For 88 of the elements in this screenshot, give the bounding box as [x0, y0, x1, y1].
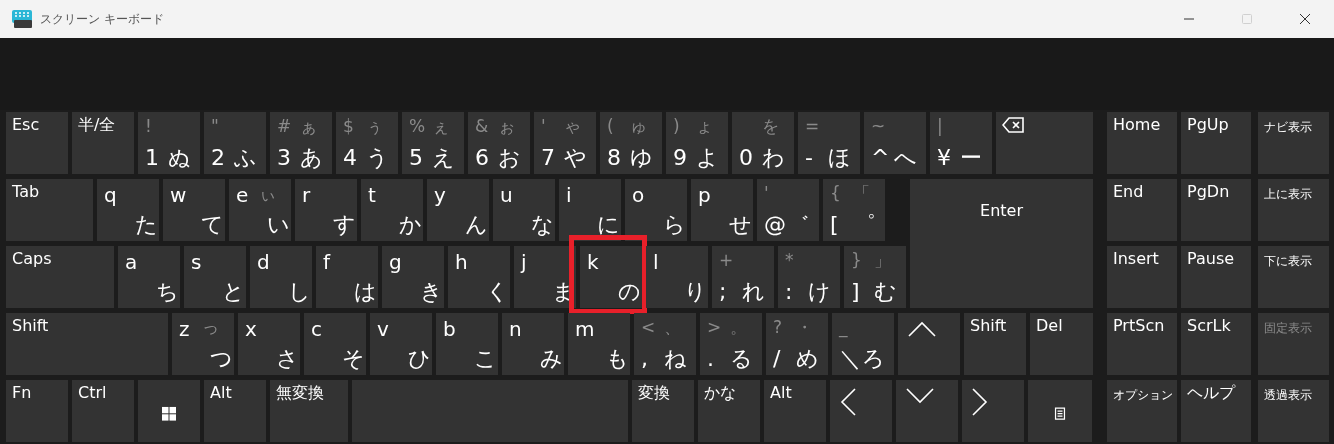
keyboard-key[interactable]: ナビ表示: [1258, 112, 1329, 174]
keyboard-key[interactable]: Pause: [1181, 246, 1251, 308]
keyboard-key[interactable]: PrtScn: [1107, 313, 1177, 375]
keyboard-key[interactable]: i に: [559, 179, 621, 241]
keyboard-key[interactable]: > 。 . る: [700, 313, 762, 375]
keyboard-key[interactable]: z っ つ: [172, 313, 234, 375]
keyboard-key[interactable]: n み: [502, 313, 564, 375]
keyboard-icon: [12, 10, 32, 28]
keyboard-key[interactable]: ( ゅ 8 ゆ: [600, 112, 662, 174]
keyboard-key[interactable]: o ら: [625, 179, 687, 241]
keyboard-key[interactable]: かな: [698, 380, 760, 442]
keyboard-key[interactable]: ' @゛: [757, 179, 819, 241]
keyboard-key[interactable]: 透過表示: [1258, 380, 1329, 442]
keyboard-key[interactable]: ? ・ / め: [766, 313, 828, 375]
keyboard-key[interactable]: b こ: [436, 313, 498, 375]
keyboard-key[interactable]: を 0 わ: [732, 112, 794, 174]
keyboard-key[interactable]: + ; れ: [712, 246, 774, 308]
keyboard-key[interactable]: w て: [163, 179, 225, 241]
chevron-down-icon: [906, 388, 934, 404]
keyboard-key[interactable]: PgUp: [1181, 112, 1251, 174]
keyboard-key[interactable]: 無変換: [270, 380, 348, 442]
keyboard-key[interactable]: } 」 ] む: [844, 246, 906, 308]
chevron-left-icon: [840, 388, 856, 416]
keyboard-key[interactable]: ScrLk: [1181, 313, 1251, 375]
keyboard-key[interactable]: Ctrl: [72, 380, 134, 442]
keyboard-key[interactable]: 上に表示: [1258, 179, 1329, 241]
keyboard-key[interactable]: [138, 380, 200, 442]
keyboard-key[interactable]: _ ＼ろ: [832, 313, 894, 375]
keyboard-key[interactable]: { 「 [ ゜: [823, 179, 885, 241]
keyboard-key[interactable]: | ¥ ー: [930, 112, 992, 174]
keyboard-key[interactable]: j ま: [514, 246, 576, 308]
chevron-right-icon: [972, 388, 988, 416]
keyboard-key[interactable]: PgDn: [1181, 179, 1251, 241]
keyboard-key[interactable]: 半/全: [72, 112, 134, 174]
window-title: スクリーン キーボード: [40, 10, 164, 28]
keyboard-key[interactable]: ~ ^ へ: [864, 112, 926, 174]
keyboard-key[interactable]: ) ょ 9 よ: [666, 112, 728, 174]
keyboard-key[interactable]: Alt: [204, 380, 266, 442]
chevron-up-icon: [908, 321, 936, 337]
keyboard-key[interactable]: Shift: [964, 313, 1026, 375]
keyboard-key[interactable]: r す: [295, 179, 357, 241]
keyboard-key[interactable]: # ぁ 3 あ: [270, 112, 332, 174]
keyboard-key[interactable]: c そ: [304, 313, 366, 375]
keyboard-key[interactable]: q た: [97, 179, 159, 241]
keyboard-key[interactable]: 変換: [632, 380, 694, 442]
keyboard-key[interactable]: y ん: [427, 179, 489, 241]
menu-icon: [1054, 407, 1066, 421]
keyboard-key[interactable]: % ぇ 5 え: [402, 112, 464, 174]
keyboard-key[interactable]: h く: [448, 246, 510, 308]
keyboard-key[interactable]: s と: [184, 246, 246, 308]
keyboard-key[interactable]: u な: [493, 179, 555, 241]
keyboard-key[interactable]: l り: [646, 246, 708, 308]
keyboard-key[interactable]: Alt: [764, 380, 826, 442]
keyboard-key[interactable]: m も: [568, 313, 630, 375]
keyboard-key[interactable]: Fn: [6, 380, 68, 442]
keyboard-key[interactable]: e ぃ い: [229, 179, 291, 241]
keyboard-key[interactable]: End: [1107, 179, 1177, 241]
keyboard-key[interactable]: ヘルプ: [1181, 380, 1251, 442]
keyboard-key[interactable]: = - ほ: [798, 112, 860, 174]
keyboard-key[interactable]: 下に表示: [1258, 246, 1329, 308]
keyboard-key[interactable]: [996, 112, 1093, 174]
keyboard-key[interactable]: x さ: [238, 313, 300, 375]
windows-logo-icon: [162, 406, 176, 421]
keyboard-key[interactable]: < 、 , ね: [634, 313, 696, 375]
keyboard-key[interactable]: Shift: [6, 313, 168, 375]
keyboard-key[interactable]: Insert: [1107, 246, 1177, 308]
keyboard-key[interactable]: g き: [382, 246, 444, 308]
keyboard-key[interactable]: " 2 ふ: [204, 112, 266, 174]
backspace-icon: [1002, 117, 1024, 133]
keyboard-key[interactable]: オプション: [1107, 380, 1177, 442]
keyboard-key[interactable]: Esc: [6, 112, 68, 174]
keyboard-key[interactable]: & ぉ 6 お: [468, 112, 530, 174]
keyboard-key[interactable]: Tab: [6, 179, 93, 241]
keyboard-key[interactable]: a ち: [118, 246, 180, 308]
keyboard-key[interactable]: t か: [361, 179, 423, 241]
keyboard-key[interactable]: f は: [316, 246, 378, 308]
keyboard-key[interactable]: p せ: [691, 179, 753, 241]
keyboard-key[interactable]: ' ゃ 7 や: [534, 112, 596, 174]
enter-key[interactable]: Enter: [910, 179, 1093, 308]
keyboard-key[interactable]: * : け: [778, 246, 840, 308]
keyboard-key[interactable]: v ひ: [370, 313, 432, 375]
keyboard-key[interactable]: ! 1 ぬ: [138, 112, 200, 174]
keyboard-key[interactable]: k の: [580, 246, 642, 308]
keyboard-key[interactable]: Caps: [6, 246, 114, 308]
keyboard-key[interactable]: Home: [1107, 112, 1177, 174]
keyboard-key[interactable]: $ ぅ 4 う: [336, 112, 398, 174]
keyboard-key[interactable]: Del: [1030, 313, 1093, 375]
keyboard-key[interactable]: d し: [250, 246, 312, 308]
